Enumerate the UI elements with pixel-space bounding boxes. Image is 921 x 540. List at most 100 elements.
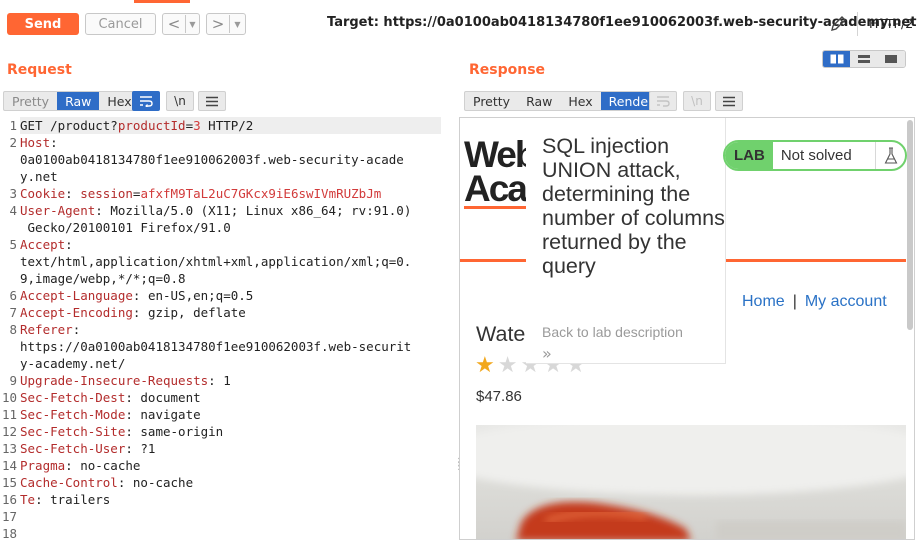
editor-line[interactable]: 9,image/webp,*/*;q=0.8 — [0, 270, 448, 287]
line-content: Gecko/20100101 Firefox/91.0 — [20, 220, 231, 235]
response-view-tabs: Pretty Raw Hex Render — [464, 91, 663, 111]
editor-line[interactable]: 10 Sec-Fetch-Dest: document — [0, 389, 448, 406]
line-number: 10 — [1, 390, 17, 405]
wrap-icon — [140, 96, 153, 107]
line-content: 9,image/webp,*/*;q=0.8 — [20, 271, 186, 286]
line-content: Referer: — [20, 322, 81, 337]
editor-line[interactable]: y.net — [0, 168, 448, 185]
line-number: 9 — [9, 373, 17, 388]
split-pane-handle[interactable]: ⋮⋮ — [454, 458, 464, 475]
line-number — [0, 151, 20, 168]
editor-line[interactable]: 9 Upgrade-Insecure-Requests: 1 — [0, 372, 448, 389]
line-content: Cache-Control: no-cache — [20, 475, 194, 490]
lab-status-text: Not solved — [780, 147, 852, 164]
editor-line[interactable]: 0a0100ab0418134780f1ee910062003f.web-sec… — [0, 151, 448, 168]
scrollbar[interactable] — [907, 120, 913, 330]
editor-line[interactable]: 16 Te: trailers — [0, 491, 448, 508]
lab-status-badge: LAB Not solved — [723, 140, 907, 171]
back-arrow-icon: < — [167, 15, 181, 33]
editor-line[interactable]: 7 Accept-Encoding: gzip, deflate — [0, 304, 448, 321]
nav-home-link[interactable]: Home — [742, 293, 785, 310]
line-number: 18 — [1, 526, 17, 540]
editor-line[interactable]: 5 Accept: — [0, 236, 448, 253]
hamburger-icon — [206, 96, 218, 106]
editor-line[interactable]: 13 Sec-Fetch-User: ?1 — [0, 440, 448, 457]
layout-side-by-side-button[interactable] — [823, 51, 851, 67]
layout-tabs-button[interactable] — [877, 51, 905, 67]
editor-line[interactable]: 3 Cookie: session=afxfM9TaL2uC7GKcx9iE6sw… — [0, 185, 448, 202]
history-forward-button[interactable]: > ▼ — [206, 13, 246, 35]
editor-line[interactable]: 11 Sec-Fetch-Mode: navigate — [0, 406, 448, 423]
editor-line[interactable]: 2 Host: — [0, 134, 448, 151]
nav-my-account-link[interactable]: My account — [805, 293, 887, 310]
product-image — [476, 425, 906, 539]
back-to-lab-link[interactable]: Back to lab description — [542, 324, 683, 340]
editor-line[interactable]: 8 Referer: — [0, 321, 448, 338]
tab-pretty[interactable]: Pretty — [465, 92, 518, 110]
editor-line[interactable]: 1 GET /product?productId=3 HTTP/2 — [0, 117, 448, 134]
tab-pretty[interactable]: Pretty — [4, 92, 57, 110]
divider — [857, 12, 858, 36]
cancel-button[interactable]: Cancel — [85, 13, 156, 35]
chevron-down-icon[interactable]: ▼ — [230, 20, 245, 29]
line-number: 15 — [1, 475, 17, 490]
line-number: 6 — [9, 288, 17, 303]
editor-line[interactable]: 17 — [0, 508, 448, 525]
rows-icon — [857, 55, 870, 63]
wrap-icon — [657, 96, 670, 107]
logo-underline — [464, 206, 534, 209]
editor-line[interactable]: Gecko/20100101 Firefox/91.0 — [0, 219, 448, 236]
line-number — [0, 355, 20, 372]
editor-line[interactable]: https://0a0100ab0418134780f1ee910062003f… — [0, 338, 448, 355]
editor-line[interactable]: text/html,application/xhtml+xml,applicat… — [0, 253, 448, 270]
line-content: Cookie: session=afxfM9TaL2uC7GKcx9iE6swI… — [20, 186, 382, 201]
editor-line[interactable]: 15 Cache-Control: no-cache — [0, 474, 448, 491]
line-content: Host: — [20, 135, 58, 150]
star-empty-icon: ★ — [497, 353, 521, 378]
line-number: 4 — [9, 203, 17, 218]
edit-target-icon[interactable] — [828, 14, 848, 34]
line-number — [0, 168, 20, 185]
editor-line[interactable]: y-academy.net/ — [0, 355, 448, 372]
active-tab-indicator — [134, 0, 190, 3]
request-view-tabs: Pretty Raw Hex — [3, 91, 141, 111]
line-content — [20, 508, 441, 525]
show-newlines-button: \n — [683, 91, 711, 111]
line-content: Upgrade-Insecure-Requests: 1 — [20, 373, 231, 388]
response-menu-button[interactable] — [715, 91, 743, 111]
tab-raw[interactable]: Raw — [57, 92, 100, 110]
chevron-down-icon[interactable]: ▼ — [186, 20, 199, 29]
lab-label: LAB — [725, 142, 773, 169]
single-pane-icon — [885, 55, 898, 63]
tab-raw[interactable]: Raw — [518, 92, 560, 110]
line-content: Te: trailers — [20, 492, 111, 507]
history-back-button[interactable]: < ▼ — [162, 13, 200, 35]
line-content: User-Agent: Mozilla/5.0 (X11; Linux x86_… — [20, 203, 412, 218]
line-number — [0, 253, 20, 270]
line-number: 14 — [1, 458, 17, 473]
line-number: 5 — [9, 237, 17, 252]
layout-stacked-button[interactable] — [850, 51, 878, 67]
line-content — [20, 525, 441, 540]
lab-title: SQL injection UNION attack, determining … — [542, 134, 725, 278]
line-number: 16 — [1, 492, 17, 507]
line-number: 12 — [1, 424, 17, 439]
layout-toggle-group — [822, 50, 906, 68]
forward-arrow-icon: > — [211, 15, 225, 33]
show-newlines-button[interactable]: \n — [166, 91, 194, 111]
request-editor[interactable]: 1 GET /product?productId=3 HTTP/2 2 Host: 0a… — [0, 117, 448, 540]
http-version-toggle[interactable]: HTTP/2 — [869, 16, 913, 31]
tab-hex[interactable]: Hex — [560, 92, 600, 110]
line-number — [0, 219, 20, 236]
site-nav: Home | My account — [742, 293, 887, 311]
send-button[interactable]: Send — [7, 13, 79, 35]
line-content: text/html,application/xhtml+xml,applicat… — [20, 254, 412, 269]
request-menu-button[interactable] — [198, 91, 226, 111]
line-number: 1 — [9, 118, 17, 133]
editor-line[interactable]: 14 Pragma: no-cache — [0, 457, 448, 474]
editor-line[interactable]: 12 Sec-Fetch-Site: same-origin — [0, 423, 448, 440]
word-wrap-button[interactable] — [132, 91, 160, 111]
editor-line[interactable]: 6 Accept-Language: en-US,en;q=0.5 — [0, 287, 448, 304]
editor-line[interactable]: 4 User-Agent: Mozilla/5.0 (X11; Linux x86… — [0, 202, 448, 219]
editor-line[interactable]: 18 — [0, 525, 448, 540]
